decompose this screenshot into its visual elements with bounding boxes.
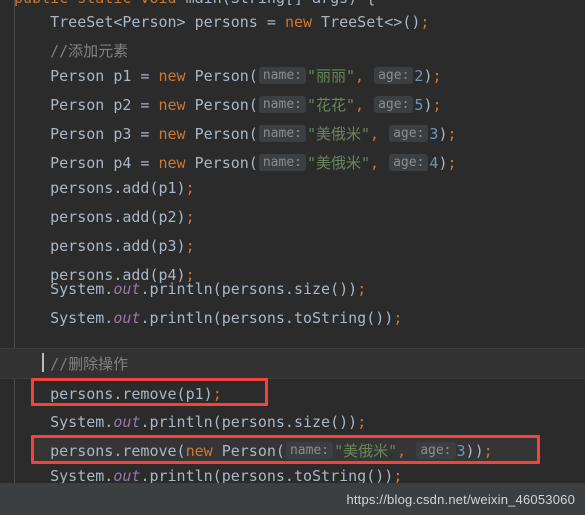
keyword-new: new [185, 442, 213, 460]
person-p2-declaration: Person p2 = [50, 96, 159, 114]
param-hint-name: name: [258, 96, 306, 113]
watermark-bar: https://blog.csdn.net/weixin_46053060 [0, 483, 585, 515]
system-prefix: System. [50, 309, 114, 327]
paren-close: )) [465, 442, 484, 460]
main-signature: (String[] args) { [222, 0, 376, 7]
keyword-new: new [158, 67, 186, 85]
system-prefix: System. [50, 413, 114, 431]
println-size-call: .println(persons.size()) [140, 413, 358, 431]
string-literal-name: "美俄米" [306, 125, 371, 143]
code-line-5[interactable]: Person p3 = new Person(name: "美俄米", age: 3… [0, 120, 585, 149]
person-p1-declaration: Person p1 = [50, 67, 159, 85]
string-literal-name: "丽丽" [306, 67, 356, 85]
println-size-call: .println(persons.size()) [140, 280, 358, 298]
persons-add-p2: persons.add(p2) [50, 208, 186, 226]
code-editor[interactable]: public static void main(String[] args) {… [0, 0, 585, 515]
treeset-declaration: TreeSet<Person> persons = [50, 13, 285, 31]
semicolon: ; [357, 413, 367, 431]
println-tostring-call: .println(persons.toString()) [140, 309, 394, 327]
param-hint-age: age: [389, 154, 429, 171]
code-line-9[interactable]: persons.add(p3); [0, 232, 585, 261]
comma: , [397, 442, 407, 460]
system-prefix: System. [50, 280, 114, 298]
comma: , [370, 154, 380, 172]
code-line-13-current[interactable]: //删除操作 [0, 348, 585, 379]
semicolon: ; [393, 309, 403, 327]
keyword-public: public [14, 0, 68, 7]
code-line-1[interactable]: TreeSet<Person> persons = new TreeSet<>(… [0, 8, 585, 37]
comma: , [355, 96, 365, 114]
param-hint-age: age: [374, 67, 414, 84]
param-hint-name: name: [258, 67, 306, 84]
semicolon: ; [212, 385, 222, 403]
watermark-url: https://blog.csdn.net/weixin_46053060 [346, 491, 575, 507]
semicolon: ; [185, 208, 195, 226]
field-out: out [113, 280, 141, 298]
persons-remove-p1: persons.remove(p1) [50, 385, 213, 403]
person-constructor-open: Person( [185, 154, 258, 172]
person-p3-declaration: Person p3 = [50, 125, 159, 143]
keyword-new: new [284, 13, 313, 31]
person-constructor-open: Person( [185, 96, 258, 114]
person-constructor-open: Person( [185, 67, 258, 85]
person-constructor-open: Person( [212, 442, 285, 460]
treeset-constructor: TreeSet<>() [312, 13, 421, 31]
person-constructor-open: Person( [185, 125, 258, 143]
param-hint-age: age: [374, 96, 414, 113]
code-line-11[interactable]: System.out.println(persons.size()); [0, 275, 585, 304]
persons-add-p3: persons.add(p3) [50, 237, 186, 255]
field-out: out [113, 413, 141, 431]
comment-delete-operation: //删除操作 [50, 355, 129, 373]
param-hint-name: name: [258, 125, 306, 142]
string-literal-name: "美俄米" [334, 442, 398, 460]
param-hint-name: name: [285, 442, 334, 459]
semicolon: ; [185, 179, 195, 197]
code-line-12[interactable]: System.out.println(persons.toString()); [0, 304, 585, 333]
semicolon: ; [420, 13, 430, 31]
text-caret [42, 353, 44, 372]
person-p4-declaration: Person p4 = [50, 154, 159, 172]
code-line-3[interactable]: Person p1 = new Person(name: "丽丽", age: 2)… [0, 62, 585, 91]
code-line-4[interactable]: Person p2 = new Person(name: "花花", age: 5)… [0, 91, 585, 120]
semicolon: ; [447, 154, 457, 172]
comment-add-elements: //添加元素 [50, 42, 129, 60]
keyword-new: new [158, 125, 186, 143]
string-literal-name: "花花" [306, 96, 356, 114]
comma: , [370, 125, 380, 143]
semicolon: ; [483, 442, 493, 460]
string-literal-name: "美俄米" [306, 154, 371, 172]
param-hint-age: age: [389, 125, 429, 142]
code-line-15[interactable]: System.out.println(persons.size()); [0, 408, 585, 437]
method-name-main: main [186, 0, 222, 7]
code-line-14[interactable]: persons.remove(p1); [0, 380, 585, 409]
persons-add-p1: persons.add(p1) [50, 179, 186, 197]
semicolon: ; [432, 67, 442, 85]
keyword-static-void: static void [68, 0, 185, 7]
number-literal-age: 3 [456, 442, 466, 460]
semicolon: ; [432, 96, 442, 114]
semicolon: ; [447, 125, 457, 143]
persons-remove-open: persons.remove( [50, 442, 186, 460]
keyword-new: new [158, 96, 186, 114]
semicolon: ; [185, 237, 195, 255]
code-line-8[interactable]: persons.add(p2); [0, 203, 585, 232]
keyword-new: new [158, 154, 186, 172]
semicolon: ; [357, 280, 367, 298]
field-out: out [113, 309, 141, 327]
code-line-7[interactable]: persons.add(p1); [0, 174, 585, 203]
comma: , [355, 67, 365, 85]
param-hint-name: name: [258, 154, 306, 171]
param-hint-age: age: [416, 442, 456, 459]
